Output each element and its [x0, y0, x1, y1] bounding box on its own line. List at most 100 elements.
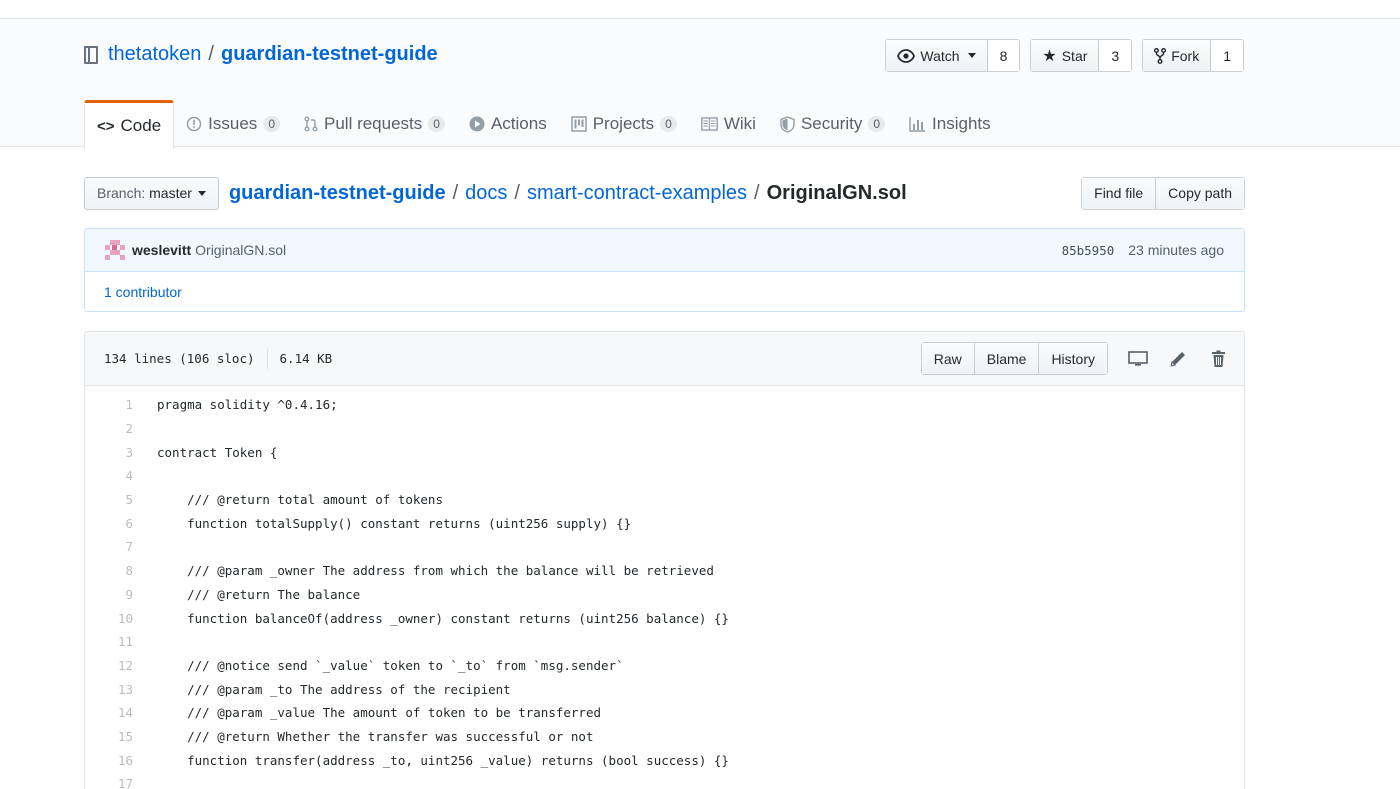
desktop-icon[interactable] — [1128, 349, 1148, 369]
tab-pull-requests[interactable]: Pull requests 0 — [292, 100, 457, 148]
find-file-button[interactable]: Find file — [1082, 177, 1156, 209]
repo-actions: Watch 8 ★ Star 3 Fork 1 — [885, 39, 1244, 72]
issue-icon — [186, 116, 202, 132]
raw-button[interactable]: Raw — [921, 343, 974, 374]
line-code: /// @return total amount of tokens — [157, 492, 443, 508]
repo-nav: <> Code Issues 0 Pull requests 0 Actions… — [84, 100, 1003, 149]
code-line: 8 /// @param _owner The address from whi… — [85, 559, 1244, 583]
project-icon — [570, 116, 587, 132]
code-line: 15 /// @return Whether the transfer was … — [85, 725, 1244, 749]
repo-header: thetatoken / guardian-testnet-guide Watc… — [0, 18, 1400, 149]
history-button[interactable]: History — [1038, 343, 1107, 374]
code-line: 6 function totalSupply() constant return… — [85, 511, 1244, 535]
star-icon: ★ — [1042, 47, 1057, 65]
avatar[interactable] — [105, 240, 125, 260]
commit-tease: weslevitt OriginalGN.sol 85b5950 23 minu… — [85, 229, 1244, 272]
code-line: 4 — [85, 464, 1244, 488]
line-code: function transfer(address _to, uint256 _… — [157, 752, 729, 768]
breadcrumb-root-link[interactable]: guardian-testnet-guide — [229, 182, 446, 205]
breadcrumb: guardian-testnet-guide / docs / smart-co… — [229, 182, 907, 205]
tab-code[interactable]: <> Code — [84, 100, 175, 149]
copy-path-button[interactable]: Copy path — [1155, 177, 1244, 209]
tab-issues[interactable]: Issues 0 — [174, 100, 292, 148]
fork-button[interactable]: Fork — [1143, 40, 1212, 71]
tab-label: Projects — [592, 114, 655, 133]
repo-icon — [84, 45, 98, 64]
line-number[interactable]: 12 — [85, 658, 133, 673]
fork-count[interactable]: 1 — [1211, 40, 1243, 71]
tab-label: Code — [120, 116, 162, 135]
commit-sha[interactable]: 85b5950 — [1062, 243, 1115, 258]
shield-icon — [780, 115, 795, 133]
line-number[interactable]: 3 — [85, 445, 133, 460]
watch-group: Watch 8 — [885, 39, 1021, 72]
line-number[interactable]: 1 — [85, 397, 133, 412]
line-number[interactable]: 9 — [85, 587, 133, 602]
line-number[interactable]: 13 — [85, 682, 133, 697]
line-number[interactable]: 6 — [85, 516, 133, 531]
repo-name-link[interactable]: guardian-testnet-guide — [221, 43, 438, 66]
fork-label: Fork — [1171, 47, 1200, 64]
watch-button[interactable]: Watch — [886, 40, 988, 71]
commit-author[interactable]: weslevitt — [132, 242, 191, 258]
code-line: 1 pragma solidity ^0.4.16; — [85, 393, 1244, 417]
line-code: function totalSupply() constant returns … — [157, 515, 632, 531]
eye-icon — [897, 48, 916, 63]
line-number[interactable]: 8 — [85, 563, 133, 578]
breadcrumb-separator: / — [754, 181, 760, 204]
line-code: /// @notice send `_value` token to `_to`… — [157, 657, 624, 673]
breadcrumb-docs-link[interactable]: docs — [465, 182, 507, 205]
line-code: function balanceOf(address _owner) const… — [157, 610, 729, 626]
star-count[interactable]: 3 — [1099, 40, 1132, 71]
star-group: ★ Star 3 — [1030, 39, 1133, 72]
line-code: /// @return Whether the transfer was suc… — [157, 728, 594, 744]
contributors-link[interactable]: 1 contributor — [85, 272, 1244, 312]
breadcrumb-separator: / — [452, 181, 459, 204]
tab-actions[interactable]: Actions — [457, 100, 559, 148]
repo-owner-link[interactable]: thetatoken — [108, 43, 201, 66]
line-number[interactable]: 17 — [85, 776, 133, 789]
tab-label: Security — [800, 114, 863, 133]
blame-button[interactable]: Blame — [973, 343, 1039, 374]
trash-icon[interactable] — [1208, 349, 1228, 369]
line-number[interactable]: 5 — [85, 492, 133, 507]
code-line: 17 — [85, 772, 1244, 789]
line-number[interactable]: 10 — [85, 611, 133, 626]
tab-wiki[interactable]: Wiki — [689, 100, 768, 148]
line-number[interactable]: 4 — [85, 468, 133, 483]
play-icon — [469, 116, 485, 132]
star-button[interactable]: ★ Star — [1031, 40, 1100, 71]
commit-time: 23 minutes ago — [1128, 242, 1224, 258]
file-size: 6.14 KB — [279, 351, 333, 366]
line-code: pragma solidity ^0.4.16; — [157, 397, 338, 413]
line-number[interactable]: 2 — [85, 421, 133, 436]
tab-insights[interactable]: Insights — [897, 100, 1003, 148]
tab-label: Wiki — [723, 114, 756, 133]
code-line: 3 contract Token { — [85, 440, 1244, 464]
breadcrumb-folder-link[interactable]: smart-contract-examples — [527, 182, 747, 205]
commit-message[interactable]: OriginalGN.sol — [195, 242, 286, 258]
line-number[interactable]: 16 — [85, 753, 133, 768]
watch-label: Watch — [920, 47, 960, 64]
code-line: 12 /// @notice send `_value` token to `_… — [85, 654, 1244, 678]
repo-title: thetatoken / guardian-testnet-guide — [84, 43, 438, 66]
watch-count[interactable]: 8 — [987, 40, 1020, 71]
chevron-down-icon — [197, 190, 206, 196]
line-number[interactable]: 11 — [85, 634, 133, 649]
file-info: 134 lines (106 sloc) 6.14 KB — [104, 348, 333, 369]
commit-box: weslevitt OriginalGN.sol 85b5950 23 minu… — [84, 228, 1245, 312]
line-code: /// @param _value The amount of token to… — [157, 705, 602, 721]
branch-select-button[interactable]: Branch: master — [84, 176, 219, 210]
pencil-icon[interactable] — [1168, 349, 1188, 369]
code-line: 2 — [85, 417, 1244, 441]
line-number[interactable]: 14 — [85, 705, 133, 720]
tab-label: Actions — [490, 114, 547, 133]
line-number[interactable]: 15 — [85, 729, 133, 744]
fork-group: Fork 1 — [1142, 39, 1244, 72]
file-navigation: Branch: master guardian-testnet-guide / … — [84, 176, 1245, 210]
tab-projects[interactable]: Projects 0 — [559, 100, 689, 148]
branch-value: master — [149, 185, 192, 201]
breadcrumb-separator: / — [514, 181, 520, 204]
tab-security[interactable]: Security 0 — [768, 100, 897, 148]
line-number[interactable]: 7 — [85, 539, 133, 554]
